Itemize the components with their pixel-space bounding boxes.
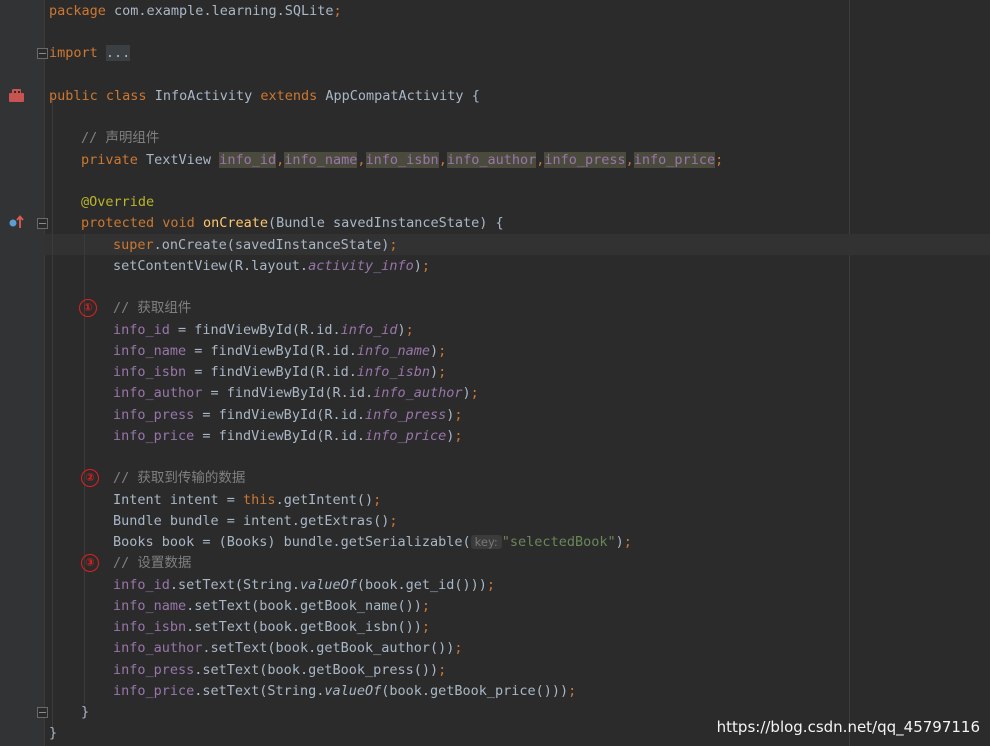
code-line-settext: info_isbn.setText(book.getBook_isbn()); bbox=[113, 619, 430, 635]
code-line-settext: info_author.setText(book.getBook_author(… bbox=[113, 640, 463, 656]
code-line-settext: info_name.setText(book.getBook_name()); bbox=[113, 598, 430, 614]
code-line-setcontent: setContentView(R.layout.activity_info); bbox=[113, 258, 431, 274]
editor-gutter bbox=[0, 0, 44, 746]
step-marker-1: ① bbox=[79, 299, 97, 317]
code-line-find: info_isbn = findViewById(R.id.info_isbn)… bbox=[113, 364, 447, 380]
step-marker-3: ③ bbox=[81, 554, 99, 572]
code-line-find: info_name = findViewById(R.id.info_name)… bbox=[113, 343, 447, 359]
android-class-icon[interactable] bbox=[8, 86, 26, 108]
code-line-settext: info_id.setText(String.valueOf(book.get_… bbox=[113, 577, 496, 593]
code-line-super: super.onCreate(savedInstanceState); bbox=[113, 237, 398, 253]
fold-toggle-icon[interactable] bbox=[37, 218, 48, 229]
code-line-settext: info_price.setText(String.valueOf(book.g… bbox=[113, 683, 577, 699]
code-line-oncreate: protected void onCreate(Bundle savedInst… bbox=[81, 215, 504, 231]
code-line-find: info_author = findViewById(R.id.info_aut… bbox=[113, 385, 479, 401]
step-marker-2: ② bbox=[81, 469, 99, 487]
code-line-import: import ... bbox=[49, 45, 131, 61]
code-line-books: Books book = (Books) bundle.getSerializa… bbox=[113, 534, 632, 550]
code-comment: // 获取组件 bbox=[113, 300, 192, 316]
code-line-find: info_id = findViewById(R.id.info_id); bbox=[113, 322, 414, 338]
fold-toggle-icon[interactable] bbox=[37, 707, 48, 718]
folded-imports[interactable]: ... bbox=[105, 45, 131, 61]
fold-toggle-icon[interactable] bbox=[37, 48, 48, 59]
code-editor[interactable]: package com.example.learning.SQLite; imp… bbox=[49, 0, 723, 741]
code-line-close-class: } bbox=[49, 725, 58, 741]
code-line-settext: info_press.setText(book.getBook_press())… bbox=[113, 662, 447, 678]
code-comment: // 设置数据 bbox=[113, 555, 192, 571]
code-line-class: public class InfoActivity extends AppCom… bbox=[49, 88, 480, 104]
code-line-find: info_press = findViewById(R.id.info_pres… bbox=[113, 407, 463, 423]
code-comment: // 获取到传输的数据 bbox=[113, 470, 246, 486]
code-comment: // 声明组件 bbox=[81, 130, 160, 146]
code-line-fields: private TextView info_id,info_name,info_… bbox=[81, 152, 724, 168]
code-line-bundle: Bundle bundle = intent.getExtras(); bbox=[113, 513, 398, 529]
code-line-find: info_price = findViewById(R.id.info_pric… bbox=[113, 428, 463, 444]
override-up-arrow-icon[interactable] bbox=[8, 213, 26, 235]
code-line-intent: Intent intent = this.getIntent(); bbox=[113, 492, 382, 508]
code-line-package: package com.example.learning.SQLite; bbox=[49, 3, 342, 19]
right-margin-guide bbox=[849, 0, 850, 746]
code-annotation: @Override bbox=[81, 194, 155, 210]
watermark-url: https://blog.csdn.net/qq_45797116 bbox=[716, 718, 980, 736]
code-line-close-method: } bbox=[81, 704, 90, 720]
gutter-divider bbox=[44, 0, 45, 746]
parameter-hint: key: bbox=[470, 535, 502, 549]
